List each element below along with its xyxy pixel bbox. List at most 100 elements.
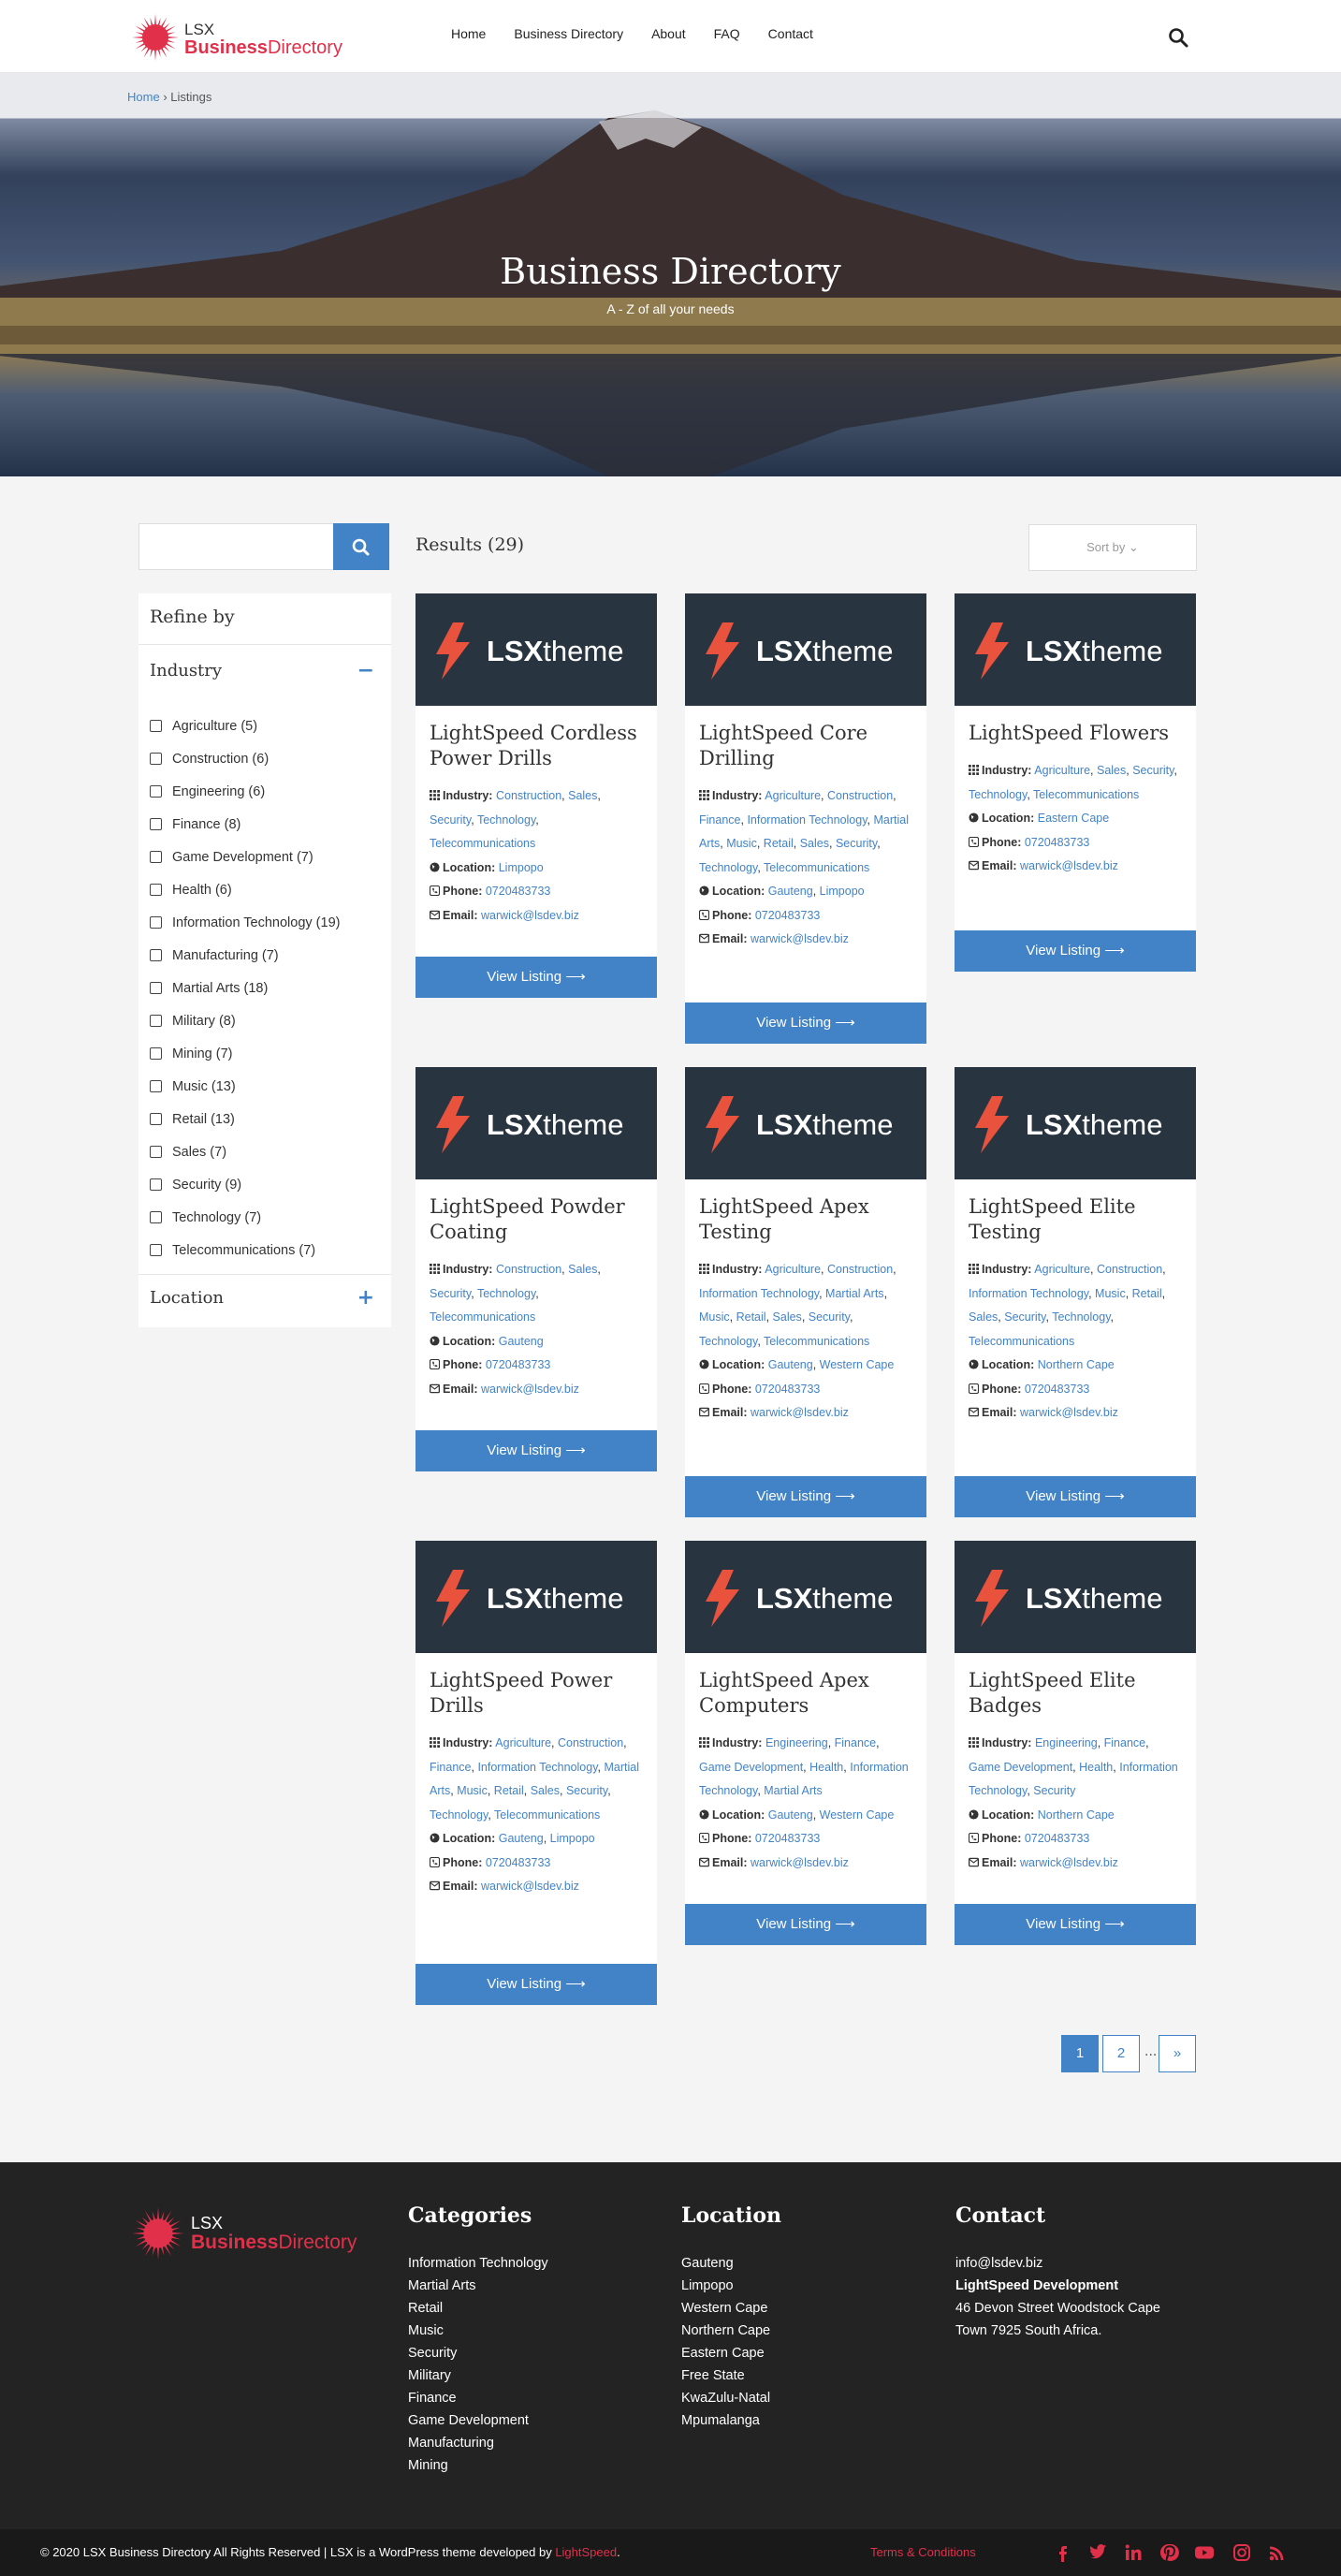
footer-location-link[interactable]: Eastern Cape xyxy=(681,2342,781,2364)
location-link[interactable]: Western Cape xyxy=(820,1358,895,1371)
industry-link[interactable]: Retail xyxy=(736,1310,766,1324)
search-input[interactable] xyxy=(138,523,335,570)
industry-link[interactable]: Construction xyxy=(496,1263,561,1276)
filter-option[interactable]: Telecommunications (7) xyxy=(150,1234,340,1266)
email-link[interactable]: warwick@lsdev.biz xyxy=(481,909,579,922)
pinterest-icon[interactable] xyxy=(1159,2542,1179,2563)
filter-option[interactable]: Mining (7) xyxy=(150,1037,340,1070)
industry-link[interactable]: Game Development xyxy=(969,1761,1072,1774)
industry-link[interactable]: Martial Arts xyxy=(825,1287,884,1300)
industry-link[interactable]: Telecommunications xyxy=(764,861,869,874)
industry-link[interactable]: Information Technology xyxy=(699,1287,819,1300)
filter-checkbox[interactable] xyxy=(150,949,162,961)
filter-option[interactable]: Agriculture (5) xyxy=(150,710,340,742)
email-link[interactable]: warwick@lsdev.biz xyxy=(751,1856,849,1869)
location-link[interactable]: Limpopo xyxy=(820,885,865,898)
next-page-button[interactable]: » xyxy=(1159,2035,1196,2072)
listing-title[interactable]: LightSpeed Apex Testing xyxy=(685,1179,926,1245)
industry-link[interactable]: Agriculture xyxy=(765,1263,821,1276)
footer-category-link[interactable]: Music xyxy=(408,2320,548,2342)
footer-location-link[interactable]: Mpumalanga xyxy=(681,2409,781,2432)
filter-option[interactable]: Technology (7) xyxy=(150,1201,340,1234)
listing-thumbnail[interactable]: LSXtheme xyxy=(415,1067,657,1179)
phone-link[interactable]: 0720483733 xyxy=(755,1832,821,1845)
listing-title[interactable]: LightSpeed Core Drilling xyxy=(685,706,926,771)
listing-title[interactable]: LightSpeed Apex Computers xyxy=(685,1653,926,1719)
twitter-icon[interactable] xyxy=(1087,2542,1108,2563)
location-link[interactable]: Limpopo xyxy=(499,861,544,874)
industry-link[interactable]: Construction xyxy=(558,1736,623,1749)
email-link[interactable]: warwick@lsdev.biz xyxy=(751,932,849,945)
location-link[interactable]: Gauteng xyxy=(768,885,813,898)
industry-link[interactable]: Construction xyxy=(827,789,893,802)
industry-link[interactable]: Agriculture xyxy=(765,789,821,802)
industry-link[interactable]: Finance xyxy=(835,1736,876,1749)
industry-link[interactable]: Music xyxy=(1095,1287,1126,1300)
industry-link[interactable]: Technology xyxy=(699,861,757,874)
industry-link[interactable]: Information Technology xyxy=(477,1761,597,1774)
industry-link[interactable]: Agriculture xyxy=(1034,1263,1090,1276)
industry-link[interactable]: Sales xyxy=(969,1310,998,1324)
footer-category-link[interactable]: Retail xyxy=(408,2297,548,2320)
filter-industry-heading[interactable]: Industry xyxy=(150,661,222,681)
phone-link[interactable]: 0720483733 xyxy=(1025,836,1090,849)
industry-link[interactable]: Telecommunications xyxy=(1033,788,1139,801)
email-link[interactable]: warwick@lsdev.biz xyxy=(481,1383,579,1396)
footer-category-link[interactable]: Finance xyxy=(408,2387,548,2409)
industry-link[interactable]: Security xyxy=(1033,1784,1075,1797)
industry-link[interactable]: Construction xyxy=(827,1263,893,1276)
filter-checkbox[interactable] xyxy=(150,982,162,994)
phone-link[interactable]: 0720483733 xyxy=(486,885,551,898)
industry-link[interactable]: Retail xyxy=(494,1784,524,1797)
filter-option[interactable]: Game Development (7) xyxy=(150,841,340,873)
phone-link[interactable]: 0720483733 xyxy=(486,1856,551,1869)
industry-link[interactable]: Construction xyxy=(496,789,561,802)
location-link[interactable]: Northern Cape xyxy=(1038,1808,1115,1822)
search-icon[interactable] xyxy=(1167,26,1189,49)
industry-link[interactable]: Sales xyxy=(773,1310,802,1324)
phone-link[interactable]: 0720483733 xyxy=(486,1358,551,1371)
nav-business-directory[interactable]: Business Directory xyxy=(514,26,623,41)
linkedin-icon[interactable] xyxy=(1123,2542,1144,2563)
industry-link[interactable]: Telecommunications xyxy=(430,837,535,850)
filter-option[interactable]: Information Technology (19) xyxy=(150,906,340,939)
filter-checkbox[interactable] xyxy=(150,916,162,929)
industry-link[interactable]: Music xyxy=(699,1310,730,1324)
location-link[interactable]: Gauteng xyxy=(499,1832,544,1845)
listing-title[interactable]: LightSpeed Cordless Power Drills xyxy=(415,706,657,771)
footer-location-link[interactable]: Free State xyxy=(681,2364,781,2387)
filter-option[interactable]: Finance (8) xyxy=(150,808,340,841)
filter-checkbox[interactable] xyxy=(150,785,162,798)
page-2-button[interactable]: 2 xyxy=(1102,2035,1140,2072)
industry-link[interactable]: Technology xyxy=(969,788,1027,801)
sort-dropdown[interactable]: Sort by ⌄ xyxy=(1028,524,1197,571)
industry-link[interactable]: Telecommunications xyxy=(494,1808,600,1822)
industry-link[interactable]: Information Technology xyxy=(747,813,867,827)
footer-location-link[interactable]: Gauteng xyxy=(681,2252,781,2275)
search-submit-button[interactable] xyxy=(333,523,389,570)
filter-option[interactable]: Engineering (6) xyxy=(150,775,340,808)
industry-link[interactable]: Security xyxy=(1132,764,1173,777)
phone-link[interactable]: 0720483733 xyxy=(1025,1832,1090,1845)
filter-checkbox[interactable] xyxy=(150,1015,162,1027)
industry-link[interactable]: Agriculture xyxy=(1034,764,1090,777)
industry-link[interactable]: Music xyxy=(726,837,757,850)
listing-thumbnail[interactable]: LSXtheme xyxy=(955,593,1196,706)
industry-link[interactable]: Telecommunications xyxy=(969,1335,1074,1348)
location-link[interactable]: Gauteng xyxy=(768,1808,813,1822)
filter-checkbox[interactable] xyxy=(150,720,162,732)
listing-thumbnail[interactable]: LSXtheme xyxy=(415,1541,657,1653)
location-link[interactable]: Limpopo xyxy=(550,1832,595,1845)
industry-link[interactable]: Agriculture xyxy=(495,1736,551,1749)
industry-link[interactable]: Security xyxy=(566,1784,607,1797)
filter-checkbox[interactable] xyxy=(150,753,162,765)
filter-checkbox[interactable] xyxy=(150,1178,162,1191)
industry-link[interactable]: Technology xyxy=(430,1808,488,1822)
email-link[interactable]: warwick@lsdev.biz xyxy=(1020,1856,1118,1869)
email-link[interactable]: warwick@lsdev.biz xyxy=(1020,1406,1118,1419)
filter-checkbox[interactable] xyxy=(150,1047,162,1060)
industry-link[interactable]: Sales xyxy=(568,789,597,802)
industry-link[interactable]: Engineering xyxy=(1035,1736,1098,1749)
industry-link[interactable]: Telecommunications xyxy=(764,1335,869,1348)
industry-link[interactable]: Sales xyxy=(1097,764,1126,777)
